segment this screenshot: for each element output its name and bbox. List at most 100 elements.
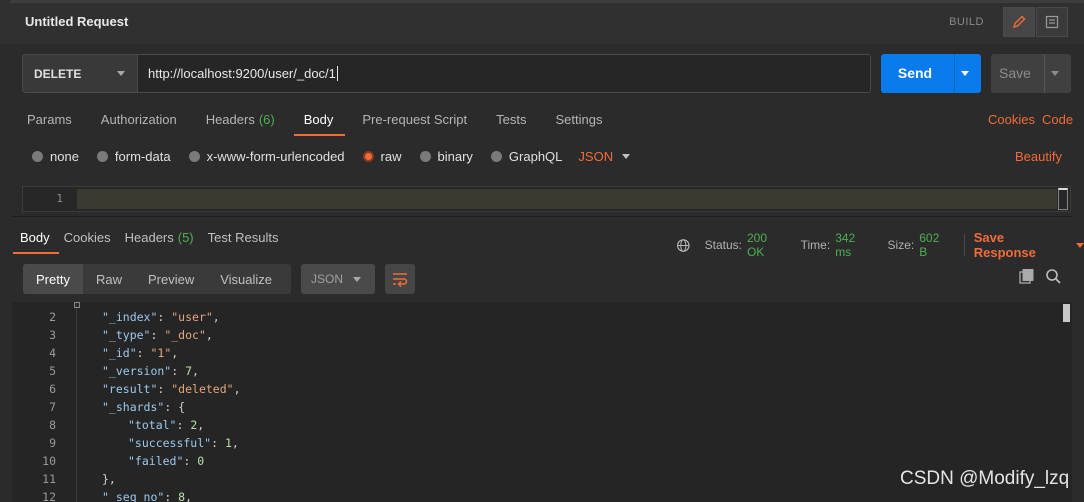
json-key: "_id" xyxy=(102,346,137,360)
request-header-bar: Untitled Request BUILD xyxy=(0,0,1084,44)
url-value: http://localhost:9200/user/_doc/1 xyxy=(148,66,336,81)
send-button[interactable]: Send xyxy=(881,54,981,93)
body-type-options: none form-data x-www-form-urlencoded raw… xyxy=(32,149,631,164)
tab-tests[interactable]: Tests xyxy=(496,112,526,136)
raw-format-value: JSON xyxy=(578,149,614,164)
response-tab-headers[interactable]: Headers (5) xyxy=(125,230,194,254)
code-line: 4 "_id": "1", xyxy=(12,346,1052,364)
code-link[interactable]: Code xyxy=(1042,112,1073,127)
json-value: }, xyxy=(102,472,116,486)
response-tab-headers-label: Headers xyxy=(124,230,174,245)
chevron-down-icon xyxy=(622,154,631,159)
divider xyxy=(963,234,965,256)
tab-body[interactable]: Body xyxy=(293,112,345,136)
size-value[interactable]: 602 B xyxy=(919,231,950,259)
copy-icon[interactable] xyxy=(1018,268,1035,285)
code-line: 3 "_type": "_doc", xyxy=(12,328,1052,346)
json-value: "deleted" xyxy=(171,382,234,396)
json-punctuation: , xyxy=(205,328,213,342)
json-value: 1 xyxy=(224,436,232,450)
json-key: "_shards" xyxy=(102,400,165,414)
response-tabs: Body Cookies Headers (5) Test Results xyxy=(13,230,292,254)
code-text: "result": "deleted", xyxy=(102,382,241,396)
response-scrollbar[interactable] xyxy=(1063,304,1070,322)
code-line: 10 "failed": 0 xyxy=(12,454,1052,472)
response-tab-cookies[interactable]: Cookies xyxy=(64,230,111,254)
save-response-button[interactable]: Save Response xyxy=(974,230,1084,260)
response-tab-body[interactable]: Body xyxy=(13,230,59,254)
view-pretty-button[interactable]: Pretty xyxy=(23,264,83,294)
url-input[interactable]: http://localhost:9200/user/_doc/1 xyxy=(138,54,871,93)
body-option-urlencoded[interactable]: x-www-form-urlencoded xyxy=(188,149,345,164)
radio-graphql[interactable] xyxy=(490,151,502,162)
body-option-raw-label: raw xyxy=(380,149,402,164)
tab-headers[interactable]: Headers (6) xyxy=(206,112,275,136)
view-raw-button[interactable]: Raw xyxy=(83,264,135,294)
body-option-binary[interactable]: binary xyxy=(419,149,473,164)
cookies-link[interactable]: Cookies xyxy=(988,112,1035,127)
tab-params[interactable]: Params xyxy=(27,112,72,136)
request-body-editor[interactable]: 1 xyxy=(22,186,1071,212)
response-format-select[interactable]: JSON xyxy=(301,264,375,294)
request-title[interactable]: Untitled Request xyxy=(25,14,128,29)
json-key: "failed" xyxy=(128,454,184,468)
radio-urlencoded[interactable] xyxy=(188,151,200,162)
status-value[interactable]: 200 OK xyxy=(747,231,787,259)
beautify-link[interactable]: Beautify xyxy=(1015,149,1062,164)
globe-icon[interactable] xyxy=(676,238,691,253)
send-label: Send xyxy=(897,65,933,81)
json-punctuation: , xyxy=(233,382,241,396)
code-text: "_version": 7, xyxy=(102,364,199,378)
send-options-chevron-icon[interactable] xyxy=(961,71,969,76)
editor-scrollbar[interactable] xyxy=(1058,188,1068,210)
code-text: "successful": 1, xyxy=(128,436,239,450)
search-icon[interactable] xyxy=(1045,268,1062,285)
tab-settings[interactable]: Settings xyxy=(555,112,602,136)
edit-mode-button[interactable] xyxy=(1003,7,1035,37)
response-view-modes: Pretty Raw Preview Visualize xyxy=(23,264,291,294)
body-option-form-data[interactable]: form-data xyxy=(96,149,171,164)
tab-authorization[interactable]: Authorization xyxy=(101,112,177,136)
line-number: 9 xyxy=(49,436,56,450)
chevron-down-icon xyxy=(117,71,125,76)
save-options-chevron-icon[interactable] xyxy=(1051,71,1059,76)
line-number: 8 xyxy=(49,418,56,432)
build-label[interactable]: BUILD xyxy=(949,16,984,28)
save-response-label: Save Response xyxy=(973,230,1036,260)
json-key: "_type" xyxy=(102,328,151,342)
json-punctuation: , xyxy=(231,436,239,450)
response-tab-test-results[interactable]: Test Results xyxy=(208,230,279,254)
json-key: "result" xyxy=(102,382,158,396)
method-value: DELETE xyxy=(34,66,82,81)
body-option-raw[interactable]: raw xyxy=(362,149,402,164)
radio-none[interactable] xyxy=(32,151,43,162)
status-label: Status: xyxy=(704,238,742,252)
wrap-lines-button[interactable] xyxy=(385,264,415,294)
code-line: 12 "_seq_no": 8, xyxy=(12,490,1052,502)
radio-raw[interactable] xyxy=(362,151,374,162)
chevron-down-icon xyxy=(1075,242,1084,248)
method-select[interactable]: DELETE xyxy=(22,54,138,93)
active-line[interactable] xyxy=(77,189,1057,209)
radio-form-data[interactable] xyxy=(96,151,108,162)
documentation-mode-button[interactable] xyxy=(1036,7,1068,37)
code-line: 5 "_version": 7, xyxy=(12,364,1052,382)
save-button[interactable]: Save xyxy=(991,54,1071,93)
view-preview-button[interactable]: Preview xyxy=(135,264,207,294)
raw-format-select[interactable]: JSON xyxy=(578,149,631,164)
line-number: 3 xyxy=(49,328,56,342)
divider xyxy=(12,216,1072,217)
view-visualize-button[interactable]: Visualize xyxy=(207,264,285,294)
body-option-none-label: none xyxy=(50,149,79,164)
json-key: "_seq_no" xyxy=(102,490,165,502)
save-label: Save xyxy=(999,65,1031,81)
body-option-none[interactable]: none xyxy=(32,149,79,164)
fold-marker-icon[interactable] xyxy=(74,302,80,308)
send-divider xyxy=(954,54,955,93)
wrap-icon xyxy=(393,273,408,287)
body-option-graphql[interactable]: GraphQL xyxy=(490,149,562,164)
time-value[interactable]: 342 ms xyxy=(835,231,873,259)
radio-binary[interactable] xyxy=(419,151,431,162)
tab-prerequest-script[interactable]: Pre-request Script xyxy=(362,112,467,136)
code-line: 8 "total": 2, xyxy=(12,418,1052,436)
